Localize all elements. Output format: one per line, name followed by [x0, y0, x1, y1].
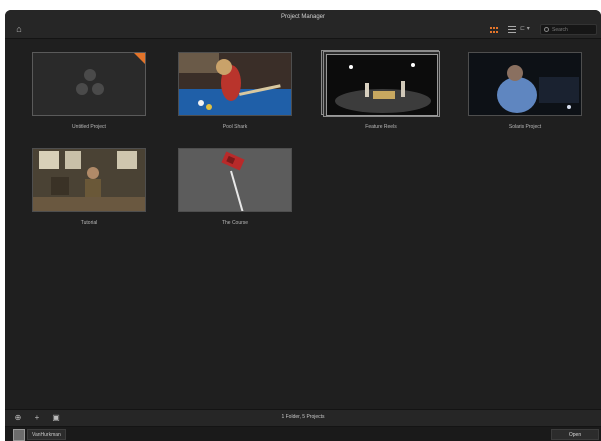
- solaris-image: [469, 53, 581, 115]
- project-thumbnail: [468, 52, 582, 116]
- project-thumbnail: [32, 52, 146, 116]
- list-view-icon[interactable]: [508, 26, 516, 33]
- project-thumbnail: [178, 148, 292, 212]
- home-icon[interactable]: ⌂: [14, 24, 24, 34]
- folder-thumbnail: [326, 54, 438, 116]
- the-course-image: [179, 149, 291, 211]
- window-title: Project Manager: [280, 14, 326, 20]
- search-icon: [544, 27, 549, 32]
- project-name: The Course: [221, 220, 249, 226]
- grid-view-icon[interactable]: [490, 27, 499, 33]
- project-thumbnail: [32, 148, 146, 212]
- bottom-bar: ⊕ + ▣ 1 Folder, 5 Projects: [5, 409, 601, 427]
- user-avatar: [13, 429, 25, 441]
- project-name: Tutorial: [80, 220, 98, 226]
- search-field[interactable]: [540, 24, 597, 35]
- project-thumbnail: [178, 52, 292, 116]
- sort-button[interactable]: ⊏ ▾: [520, 25, 538, 34]
- project-manager-window: Project Manager ⌂ ⊏ ▾ Untitled Project: [5, 10, 601, 441]
- open-button[interactable]: Open: [551, 429, 599, 440]
- footer-bar: VanHurkman Open: [5, 427, 601, 441]
- title-bar: Project Manager ⌂ ⊏ ▾: [5, 10, 601, 39]
- project-count: 1 Folder, 5 Projects: [281, 414, 325, 420]
- feature-reels-image: [327, 55, 437, 115]
- search-input[interactable]: [552, 25, 596, 34]
- resolve-logo-icon: [76, 69, 104, 95]
- tutorial-image: [33, 149, 145, 211]
- pool-shark-image: [179, 53, 291, 115]
- project-name: Untitled Project: [72, 124, 106, 130]
- folder-name: Feature Reels: [365, 124, 397, 130]
- project-name: Pool Shark: [222, 124, 248, 130]
- current-project-badge: [134, 53, 145, 64]
- user-button[interactable]: VanHurkman: [27, 429, 66, 440]
- project-name: Solaris Project: [508, 124, 542, 130]
